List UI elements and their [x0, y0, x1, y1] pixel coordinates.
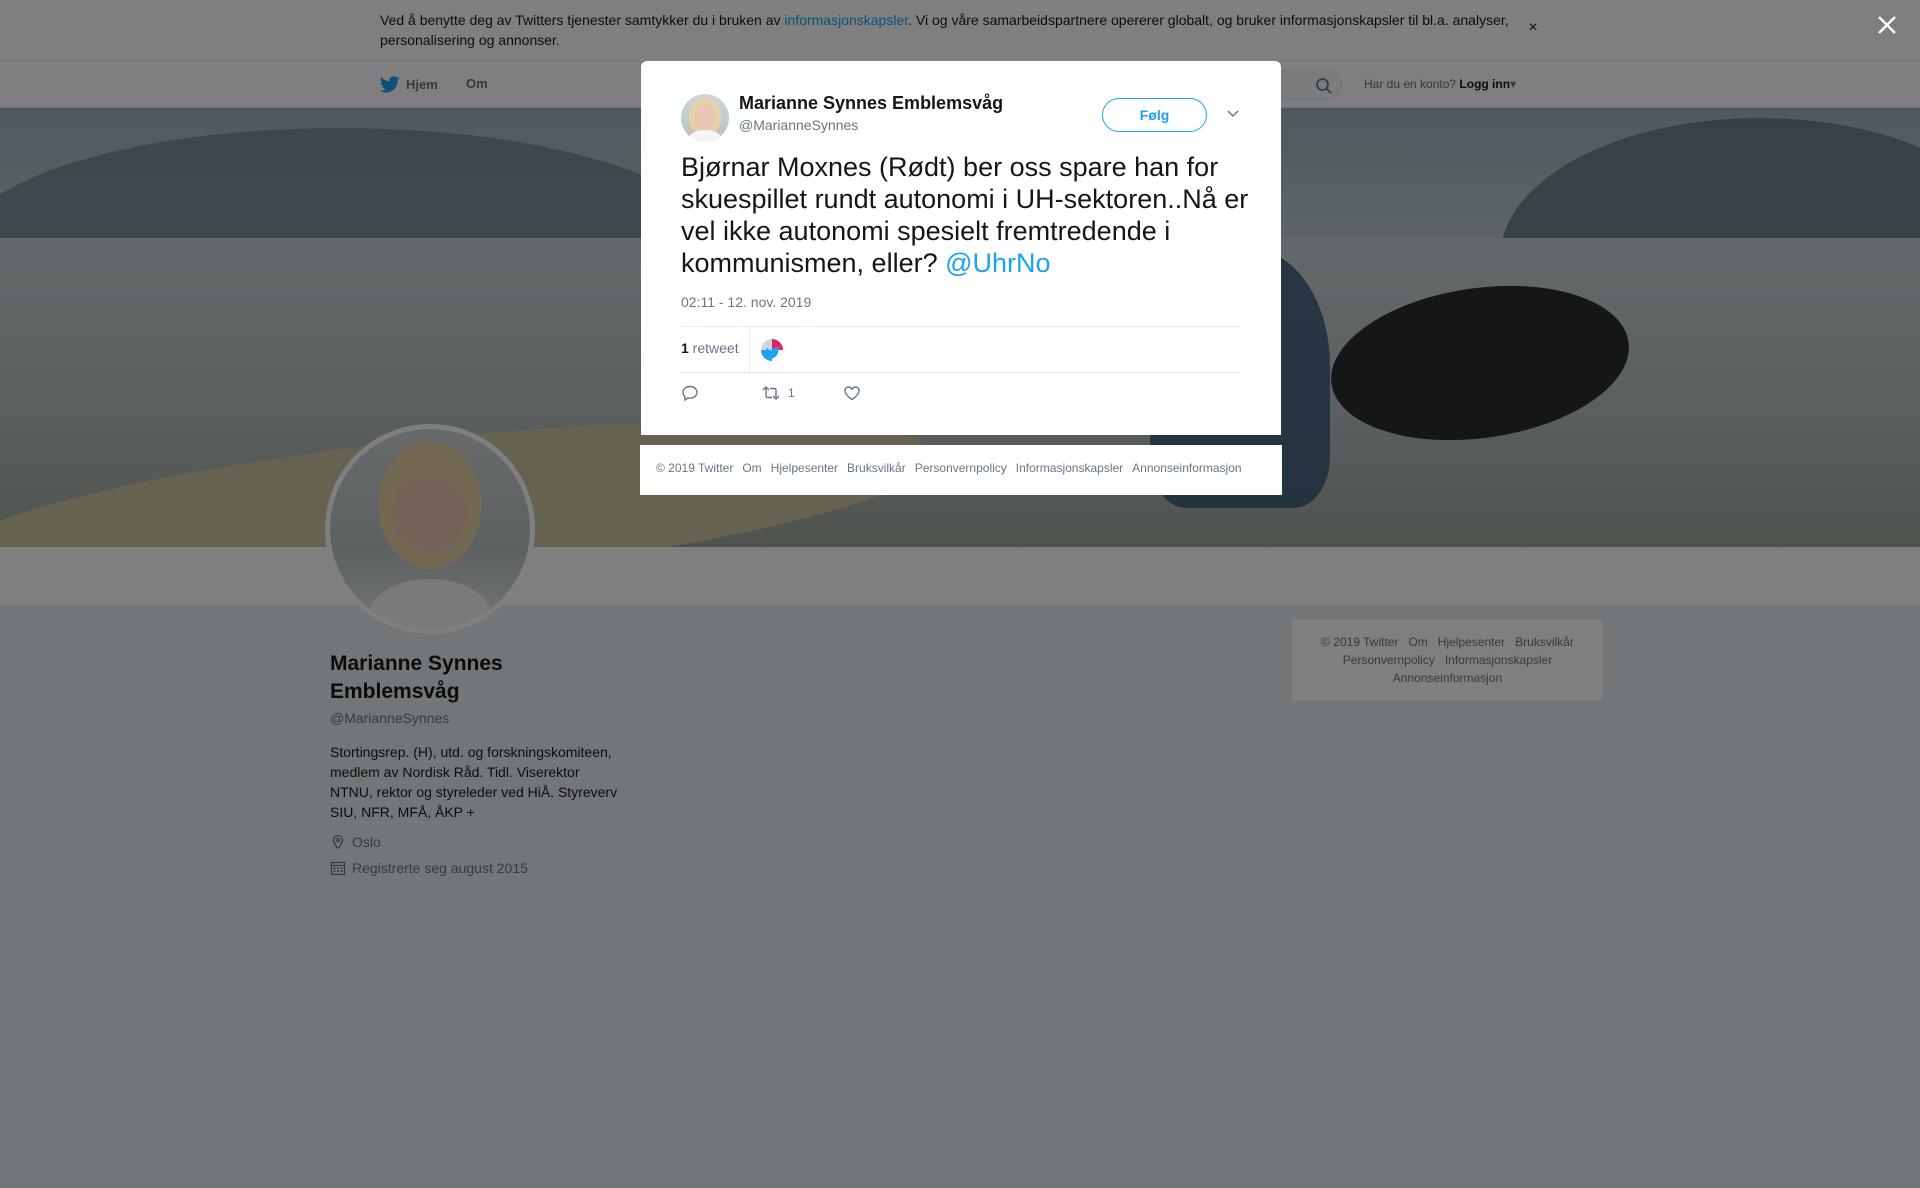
- modal-footer-link-cookies[interactable]: Informasjonskapsler: [1016, 461, 1123, 475]
- tweet-author-handle[interactable]: @MarianneSynnes: [739, 117, 858, 133]
- modal-footer-copyright: © 2019 Twitter: [656, 461, 734, 475]
- close-icon[interactable]: [1874, 12, 1900, 38]
- tweet-author-name[interactable]: Marianne Synnes Emblemsvåg: [739, 93, 1003, 114]
- tweet-mention-link[interactable]: @UhrNo: [945, 248, 1050, 278]
- reply-icon: [682, 385, 698, 402]
- retweet-stat[interactable]: 1 retweet: [681, 340, 739, 356]
- modal-footer-link-help[interactable]: Hjelpesenter: [771, 461, 838, 475]
- tweet-timestamp[interactable]: 02:11 - 12. nov. 2019: [681, 294, 811, 310]
- twitter-bird-icon: [766, 347, 780, 359]
- reply-button[interactable]: [681, 384, 699, 402]
- retweet-icon: [762, 386, 780, 400]
- modal-footer-link-about[interactable]: Om: [742, 461, 761, 475]
- tweet-author-avatar[interactable]: [681, 94, 729, 142]
- retweet-button[interactable]: 1: [762, 384, 795, 402]
- follow-button[interactable]: Følg: [1102, 98, 1207, 132]
- chevron-down-icon[interactable]: [1225, 105, 1241, 121]
- modal-footer-link-ads[interactable]: Annonseinformasjon: [1132, 461, 1241, 475]
- modal-footer-link-terms[interactable]: Bruksvilkår: [847, 461, 906, 475]
- tweet-modal: Marianne Synnes Emblemsvåg @MarianneSynn…: [641, 61, 1281, 435]
- retweet-stat-count: 1: [681, 340, 689, 356]
- modal-footer: © 2019 Twitter Om Hjelpesenter Bruksvilkår P…: [640, 445, 1282, 495]
- heart-icon: [844, 386, 860, 401]
- like-button[interactable]: [843, 384, 861, 402]
- retweeter-avatar[interactable]: [761, 339, 783, 361]
- tweet-text: Bjørnar Moxnes (Rødt) ber oss spare han …: [681, 151, 1251, 279]
- retweet-stat-label: retweet: [688, 340, 739, 356]
- tweet-stats: 1 retweet: [681, 326, 1241, 373]
- retweet-count: 1: [788, 386, 795, 400]
- modal-footer-link-privacy[interactable]: Personvernpolicy: [915, 461, 1007, 475]
